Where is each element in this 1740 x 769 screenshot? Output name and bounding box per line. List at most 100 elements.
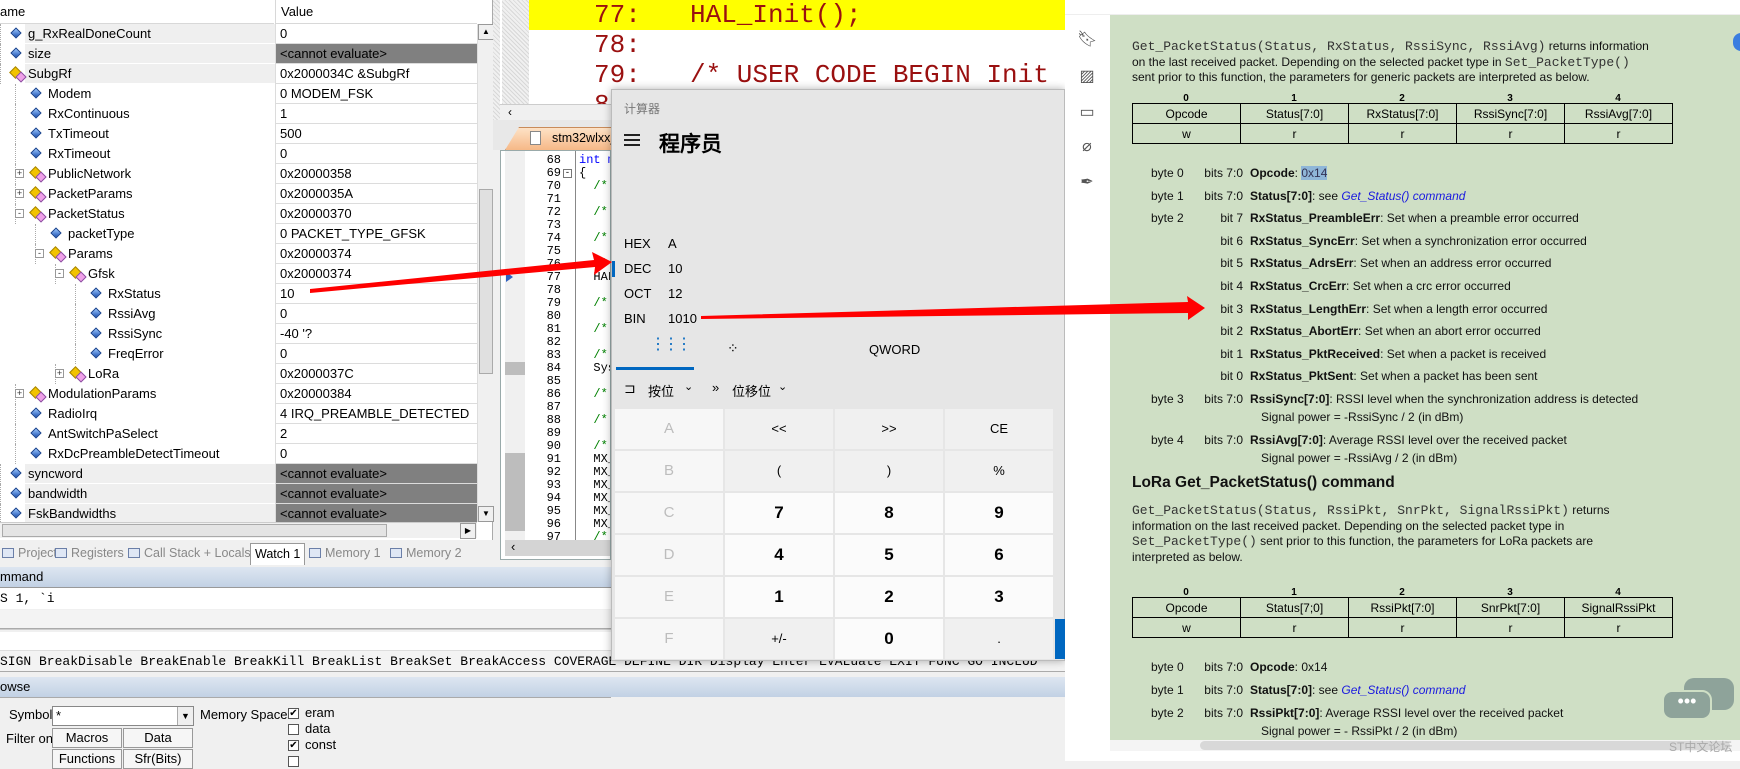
watch-value[interactable]: 0 bbox=[275, 24, 477, 44]
watch-row[interactable]: + PublicNetwork 0x20000358 bbox=[0, 164, 477, 184]
watch-value[interactable]: 10 bbox=[275, 284, 477, 304]
expand-toggle-minus-icon[interactable]: - bbox=[35, 249, 44, 258]
column-header-value[interactable]: Value bbox=[275, 0, 477, 24]
watch-row[interactable]: bandwidth <cannot evaluate> bbox=[0, 484, 477, 504]
pdf-hscrollbar[interactable] bbox=[1110, 740, 1740, 751]
watch-row[interactable]: - Gfsk 0x20000374 bbox=[0, 264, 477, 284]
watch-row[interactable]: packetType 0 PACKET_TYPE_GFSK bbox=[0, 224, 477, 244]
tab-project[interactable]: Project bbox=[2, 543, 57, 565]
key-CE[interactable]: CE bbox=[945, 409, 1053, 449]
key-28[interactable]: ( bbox=[725, 451, 833, 491]
bit-toggle-keypad-icon[interactable]: ⁘ bbox=[727, 340, 739, 357]
watch-row[interactable]: + ModulationParams 0x20000384 bbox=[0, 384, 477, 404]
fold-minus-icon[interactable]: - bbox=[563, 169, 572, 178]
radix-dec[interactable]: DEC 10 bbox=[612, 259, 924, 279]
equals-button[interactable] bbox=[1055, 619, 1065, 659]
comment-icon[interactable]: ▭ bbox=[1077, 103, 1097, 123]
watch-row[interactable]: RssiAvg 0 bbox=[0, 304, 477, 324]
expand-toggle-plus-icon[interactable]: + bbox=[55, 369, 64, 378]
expand-toggle-minus-icon[interactable]: - bbox=[15, 209, 24, 218]
key-2b2f2d[interactable]: +/- bbox=[725, 619, 833, 659]
watch-row[interactable]: RxDcPreambleDetectTimeout 0 bbox=[0, 444, 477, 464]
bitwise-dropdown[interactable]: ⊐ 按位 ⌄ bbox=[624, 380, 704, 400]
checkbox-data[interactable] bbox=[288, 724, 299, 735]
symbol-combobox[interactable]: * ▼ bbox=[52, 706, 194, 726]
tab-memory-1[interactable]: Memory 1 bbox=[309, 543, 381, 565]
scroll-left-icon[interactable]: ‹ bbox=[511, 539, 515, 554]
get-status-link[interactable]: Get_Status() command bbox=[1341, 683, 1465, 697]
key-4[interactable]: 4 bbox=[725, 535, 833, 575]
watch-row[interactable]: RxContinuous 1 bbox=[0, 104, 477, 124]
filter-functions-button[interactable]: Functions bbox=[52, 749, 122, 769]
radix-hex[interactable]: HEX A bbox=[624, 234, 924, 254]
vertical-scrollbar[interactable]: ▲ ▼ bbox=[477, 24, 494, 522]
chat-bubble-icon[interactable]: ••• bbox=[1662, 678, 1740, 726]
scrollbar-thumb[interactable] bbox=[479, 189, 493, 374]
watch-row[interactable]: RadioIrq 4 IRQ_PREAMBLE_DETECTED bbox=[0, 404, 477, 424]
key-8[interactable]: 8 bbox=[835, 493, 943, 533]
watch-row[interactable]: + PacketParams 0x2000035A bbox=[0, 184, 477, 204]
watch-value[interactable]: 0x20000358 bbox=[275, 164, 477, 184]
horizontal-scrollbar[interactable]: ▶ bbox=[0, 522, 477, 539]
watch-row[interactable]: AntSwitchPaSelect 2 bbox=[0, 424, 477, 444]
watch-row[interactable]: syncword <cannot evaluate> bbox=[0, 464, 477, 484]
scrollbar-thumb[interactable] bbox=[1200, 741, 1730, 750]
key-5[interactable]: 5 bbox=[835, 535, 943, 575]
watch-value[interactable]: 0 bbox=[275, 304, 477, 324]
watch-value[interactable]: 1 bbox=[275, 104, 477, 124]
key-A[interactable]: A bbox=[615, 409, 723, 449]
key-25[interactable]: % bbox=[945, 451, 1053, 491]
watch-value[interactable]: <cannot evaluate> bbox=[275, 44, 477, 64]
tab-call-stack-locals[interactable]: Call Stack + Locals bbox=[128, 543, 251, 565]
scrollbar-thumb[interactable] bbox=[2, 524, 387, 537]
key-3[interactable]: 3 bbox=[945, 577, 1053, 617]
expand-toggle-plus-icon[interactable]: + bbox=[15, 189, 24, 198]
scroll-down-button[interactable]: ▼ bbox=[478, 506, 494, 522]
key-D[interactable]: D bbox=[615, 535, 723, 575]
watch-value[interactable]: <cannot evaluate> bbox=[275, 464, 477, 484]
get-status-link[interactable]: Get_Status() command bbox=[1341, 189, 1465, 203]
watch-row[interactable]: RxStatus 10 bbox=[0, 284, 477, 304]
watch-value[interactable]: -40 '? bbox=[275, 324, 477, 344]
key-29[interactable]: ) bbox=[835, 451, 943, 491]
key-0[interactable]: 0 bbox=[835, 619, 943, 659]
key-6[interactable]: 6 bbox=[945, 535, 1053, 575]
watch-row[interactable]: TxTimeout 500 bbox=[0, 124, 477, 144]
watch-value[interactable]: 2 bbox=[275, 424, 477, 444]
watch-value[interactable]: 0x20000374 bbox=[275, 264, 477, 284]
watch-value[interactable]: 0x2000035A bbox=[275, 184, 477, 204]
watch-value[interactable]: 500 bbox=[275, 124, 477, 144]
watch-value[interactable]: 4 IRQ_PREAMBLE_DETECTED bbox=[275, 404, 477, 424]
key-C[interactable]: C bbox=[615, 493, 723, 533]
watch-value[interactable]: 0 bbox=[275, 144, 477, 164]
sign-pen-icon[interactable]: ✒ bbox=[1077, 173, 1097, 193]
watch-value[interactable]: 0x20000370 bbox=[275, 204, 477, 224]
watch-row[interactable]: + LoRa 0x2000037C bbox=[0, 364, 477, 384]
watch-value[interactable]: <cannot evaluate> bbox=[275, 504, 477, 524]
disassembly-line[interactable]: 78: bbox=[529, 30, 1065, 60]
watch-value[interactable]: 0x20000384 bbox=[275, 384, 477, 404]
attachment-icon[interactable]: ⌀ bbox=[1077, 137, 1097, 157]
column-header-name[interactable]: ame bbox=[0, 0, 274, 24]
watch-row[interactable]: size <cannot evaluate> bbox=[0, 44, 477, 64]
checkbox-eram[interactable]: ✔ bbox=[288, 708, 299, 719]
watch-value[interactable]: 0x20000374 bbox=[275, 244, 477, 264]
watch-row[interactable]: RxTimeout 0 bbox=[0, 144, 477, 164]
scroll-left-icon[interactable]: ‹ bbox=[508, 105, 512, 119]
bitshift-dropdown[interactable]: » 位移位 ⌄ bbox=[712, 380, 822, 400]
tab-memory-2[interactable]: Memory 2 bbox=[390, 543, 462, 565]
key-9[interactable]: 9 bbox=[945, 493, 1053, 533]
watch-value[interactable]: 0 bbox=[275, 344, 477, 364]
watch-row[interactable]: FreqError 0 bbox=[0, 344, 477, 364]
expand-toggle-plus-icon[interactable]: + bbox=[15, 389, 24, 398]
checkbox-space[interactable] bbox=[288, 756, 299, 767]
watch-value[interactable]: 0 MODEM_FSK bbox=[275, 84, 477, 104]
watch-value[interactable]: 0x2000034C &SubgRf bbox=[275, 64, 477, 84]
key-2[interactable]: 2 bbox=[835, 577, 943, 617]
watch-value[interactable]: 0 bbox=[275, 444, 477, 464]
checkbox-const[interactable]: ✔ bbox=[288, 740, 299, 751]
filter-data-button[interactable]: Data bbox=[123, 728, 193, 748]
watch-value[interactable]: 0x2000037C bbox=[275, 364, 477, 384]
disassembly-line[interactable]: 79: /* USER CODE BEGIN Init bbox=[529, 60, 1065, 90]
keypad-tab[interactable]: ⋮⋮⋮ bbox=[616, 337, 694, 370]
